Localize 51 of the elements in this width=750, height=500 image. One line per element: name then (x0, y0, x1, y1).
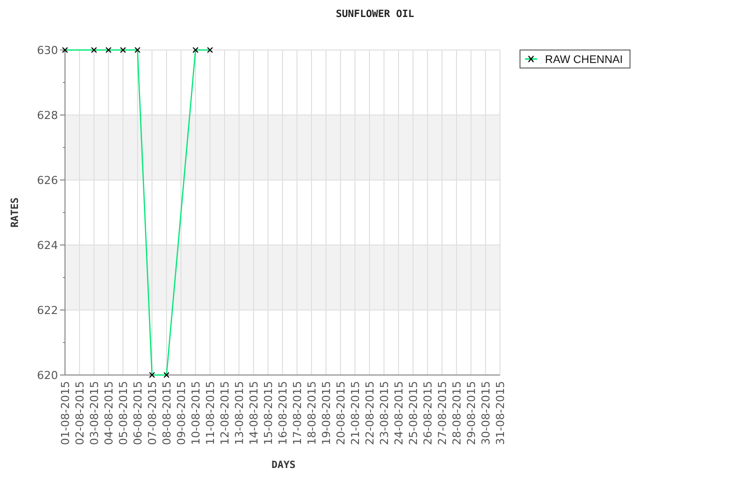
x-tick-label: 02-08-2015 (74, 381, 86, 445)
point-marker (62, 47, 68, 53)
x-tick-label: 05-08-2015 (117, 381, 130, 445)
point-marker (106, 47, 112, 53)
y-tick-label: 628 (37, 109, 58, 122)
x-tick-label: 29-08-2015 (465, 381, 478, 445)
y-axis-title: RATES (10, 197, 21, 228)
x-tick-label: 20-08-2015 (334, 381, 348, 445)
x-tick-label: 10-08-2015 (190, 381, 202, 445)
x-tick-label: 22-08-2015 (364, 381, 376, 445)
x-tick-label: 17-08-2015 (291, 381, 304, 445)
point-marker (91, 47, 97, 53)
x-tick-label: 21-08-2015 (349, 381, 362, 445)
x-tick-label: 18-08-2015 (306, 381, 318, 445)
x-tick-label: 08-08-2015 (160, 381, 174, 445)
x-tick-label: 06-08-2015 (132, 381, 144, 445)
x-tick-label: 04-08-2015 (102, 381, 116, 445)
y-tick-label: 626 (37, 174, 58, 187)
y-tick-label: 622 (37, 304, 58, 317)
point-marker (164, 372, 170, 378)
x-tick-label: 11-08-2015 (204, 381, 217, 445)
x-tick-label: 09-08-2015 (175, 381, 188, 445)
x-tick-label: 07-08-2015 (146, 381, 159, 445)
chart-title: SUNFLOWER OIL (336, 9, 414, 20)
x-tick-label: 12-08-2015 (218, 381, 232, 445)
point-marker (149, 372, 155, 378)
x-tick-label: 23-08-2015 (378, 381, 391, 445)
x-tick-label: 28-08-2015 (450, 381, 464, 445)
legend-marker-icon (525, 56, 537, 62)
point-marker (134, 47, 140, 53)
x-tick-label: 24-08-2015 (392, 381, 406, 445)
x-tick-label: 30-08-2015 (480, 381, 492, 445)
point-marker (207, 47, 213, 53)
y-tick-label: 630 (37, 44, 58, 57)
x-tick-label: 01-08-2015 (59, 381, 72, 445)
y-tick-label: 624 (37, 239, 58, 252)
x-tick-label: 16-08-2015 (276, 381, 290, 445)
x-tick-label: 25-08-2015 (407, 381, 420, 445)
x-tick-label: 26-08-2015 (422, 381, 434, 445)
x-tick-label: 14-08-2015 (248, 381, 260, 445)
x-tick-label: 27-08-2015 (436, 381, 449, 445)
legend-label: RAW CHENNAI (545, 54, 623, 66)
x-tick-label: 15-08-2015 (262, 381, 275, 445)
x-tick-label: 19-08-2015 (320, 381, 333, 445)
point-marker (192, 47, 198, 53)
point-marker (120, 47, 126, 53)
x-tick-label: 31-08-2015 (494, 381, 507, 445)
y-tick-label: 620 (37, 369, 58, 382)
x-axis-title: DAYS (271, 460, 296, 471)
x-tick-label: 13-08-2015 (233, 381, 246, 445)
x-tick-label: 03-08-2015 (88, 381, 101, 445)
